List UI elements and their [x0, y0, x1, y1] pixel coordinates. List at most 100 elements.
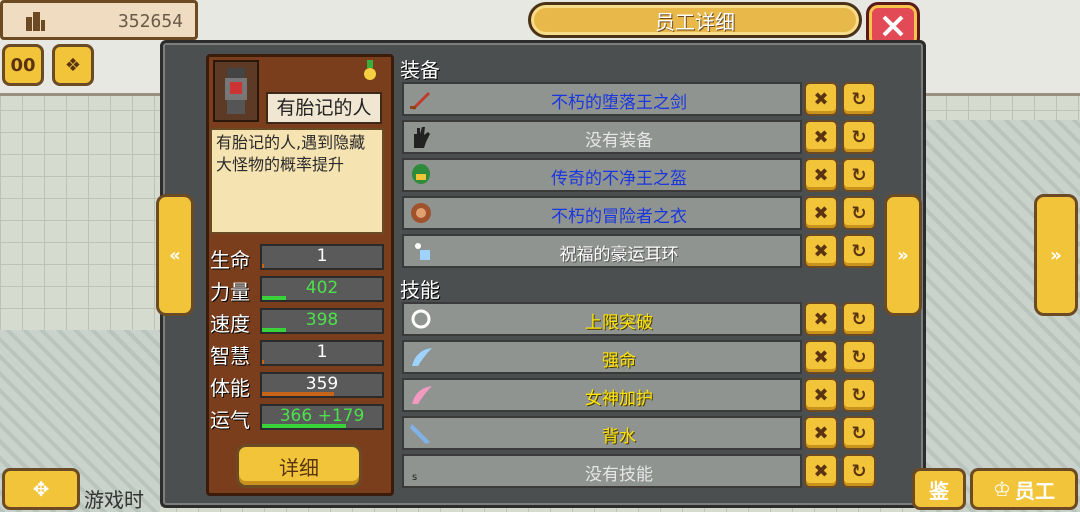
stat-bar: 366 +179	[260, 404, 384, 430]
stat-value: 398	[305, 310, 339, 330]
crown-icon: ♔	[993, 477, 1011, 501]
skill-label: 上限突破	[585, 313, 653, 333]
equipment-label: 不朽的冒险者之衣	[551, 207, 687, 227]
stat-value: 402	[305, 278, 339, 298]
equipment-swap-button[interactable]: ↻	[842, 82, 876, 116]
blade-icon	[408, 420, 434, 446]
equipment-row[interactable]: 祝福的豪运耳环	[402, 234, 802, 268]
stat-value: 366 +179	[279, 406, 365, 426]
skill-remove-button[interactable]: ✖	[804, 340, 838, 374]
skill-remove-button[interactable]: ✖	[804, 416, 838, 450]
equipment-row[interactable]: 不朽的冒险者之衣	[402, 196, 802, 230]
page-title-text: 员工详细	[655, 9, 735, 34]
money-display: 352654	[0, 0, 198, 40]
character-description: 有胎记的人,遇到隐藏大怪物的概率提升	[210, 128, 384, 234]
stat-value: 1	[316, 342, 328, 362]
building-icon	[26, 12, 45, 31]
stat-bar: 1	[260, 340, 384, 366]
helmet-icon	[408, 162, 434, 188]
equipment-remove-button[interactable]: ✖	[804, 120, 838, 154]
next-arrow-icon: »	[897, 244, 909, 266]
sword-icon	[408, 86, 434, 112]
equipment-swap-button[interactable]: ↻	[842, 196, 876, 230]
pink-wing-icon	[408, 382, 434, 408]
equipment-label: 传奇的不净王之盔	[551, 169, 687, 189]
stat-label: 智慧	[210, 344, 250, 368]
equipment-label: 祝福的豪运耳环	[559, 245, 679, 265]
dpad-icon: ✥	[32, 477, 50, 501]
prev-arrow-icon: «	[169, 244, 181, 266]
detail-button[interactable]: 详细	[236, 444, 362, 488]
prev-employee-button[interactable]: «	[156, 194, 194, 316]
svg-text:s: s	[412, 472, 417, 483]
game-time-label: 游戏时	[84, 488, 144, 512]
skill-swap-button[interactable]: ↻	[842, 454, 876, 488]
pause-icon: 00	[10, 54, 36, 76]
skill-swap-button[interactable]: ↻	[842, 302, 876, 336]
equipment-swap-button[interactable]: ↻	[842, 158, 876, 192]
skill-row[interactable]: 强命	[402, 340, 802, 374]
catalog-label: 鉴	[929, 478, 949, 503]
equipment-row[interactable]: 传奇的不净王之盔	[402, 158, 802, 192]
staff-button[interactable]: ♔ 员工	[970, 468, 1078, 510]
stat-label: 运气	[210, 408, 250, 432]
outer-next-button[interactable]: »	[1034, 194, 1078, 316]
skill-row[interactable]: s 没有技能	[402, 454, 802, 488]
skill-row[interactable]: 上限突破	[402, 302, 802, 336]
equipment-row[interactable]: 不朽的堕落王之剑	[402, 82, 802, 116]
skill-row[interactable]: 背水	[402, 416, 802, 450]
stat-bar: 398	[260, 308, 384, 334]
stat-bar: 402	[260, 276, 384, 302]
page-title: 员工详细	[528, 2, 862, 38]
stat-label: 速度	[210, 312, 250, 336]
money-value: 352654	[117, 11, 183, 32]
earring-icon	[408, 238, 434, 264]
close-icon	[882, 15, 904, 37]
stat-bar: 1	[260, 244, 384, 270]
equipment-swap-button[interactable]: ↻	[842, 120, 876, 154]
equipment-remove-button[interactable]: ✖	[804, 82, 838, 116]
character-portrait	[213, 60, 259, 122]
equipment-remove-button[interactable]: ✖	[804, 196, 838, 230]
skill-swap-button[interactable]: ↻	[842, 378, 876, 412]
dpad-button[interactable]: ✥	[2, 468, 80, 510]
equipment-remove-button[interactable]: ✖	[804, 158, 838, 192]
skill-label: 背水	[602, 427, 636, 447]
detail-button-label: 详细	[279, 455, 319, 480]
staff-label: 员工	[1014, 478, 1055, 503]
pause-button[interactable]: 00	[2, 44, 44, 86]
equipment-header: 装备	[400, 58, 440, 82]
stat-progress-fill	[262, 328, 286, 332]
character-name: 有胎记的人	[266, 92, 382, 124]
skill-remove-button[interactable]: ✖	[804, 302, 838, 336]
skills-header: 技能	[400, 278, 440, 302]
equipment-swap-button[interactable]: ↻	[842, 234, 876, 268]
equipment-remove-button[interactable]: ✖	[804, 234, 838, 268]
skill-row[interactable]: 女神加护	[402, 378, 802, 412]
skill-swap-button[interactable]: ↻	[842, 340, 876, 374]
empty-icon: s	[408, 458, 434, 484]
equipment-label: 不朽的堕落王之剑	[551, 93, 687, 113]
carpet-right	[920, 120, 1080, 512]
skill-swap-button[interactable]: ↻	[842, 416, 876, 450]
stat-label: 生命	[210, 248, 250, 272]
equipment-label: 没有装备	[585, 131, 653, 151]
ring-icon	[408, 306, 434, 332]
skill-remove-button[interactable]: ✖	[804, 378, 838, 412]
stat-label: 力量	[210, 280, 250, 304]
outer-next-arrow-icon: »	[1050, 244, 1062, 266]
next-employee-button[interactable]: »	[884, 194, 922, 316]
glove-icon	[408, 124, 434, 150]
stat-bar: 359	[260, 372, 384, 398]
coin-button[interactable]: ❖	[52, 44, 94, 86]
armor-icon	[408, 200, 434, 226]
equipment-row[interactable]: 没有装备	[402, 120, 802, 154]
catalog-button[interactable]: 鉴	[912, 468, 966, 510]
stat-progress-fill	[262, 360, 265, 364]
stat-label: 体能	[210, 376, 250, 400]
character-avatar-icon	[225, 68, 247, 114]
stat-progress-fill	[262, 264, 265, 268]
skill-label: 强命	[602, 351, 636, 371]
medal-icon	[364, 60, 376, 80]
skill-remove-button[interactable]: ✖	[804, 454, 838, 488]
